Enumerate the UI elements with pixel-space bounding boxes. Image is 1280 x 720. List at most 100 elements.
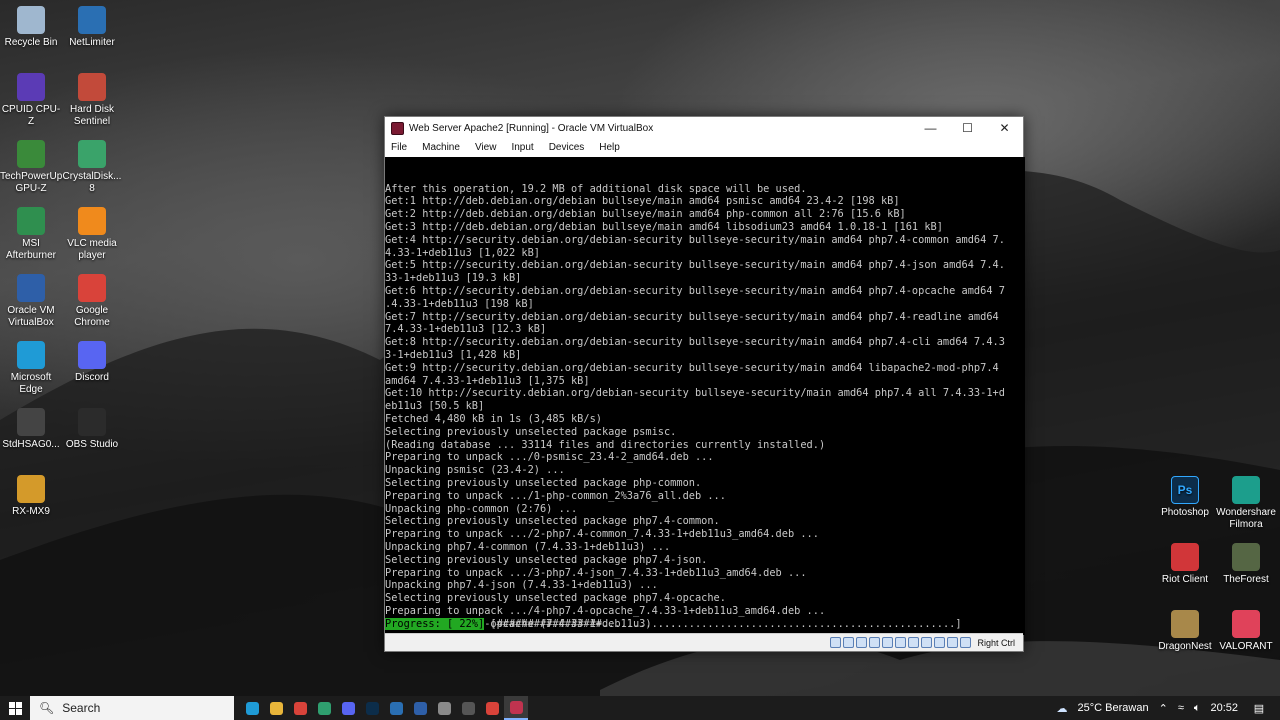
usb-icon[interactable]	[882, 637, 894, 648]
chevron-up-icon[interactable]: ⌃	[1159, 702, 1168, 715]
optical-icon[interactable]	[843, 637, 855, 648]
hdd-icon[interactable]	[830, 637, 842, 648]
desktop-icon[interactable]: Microsoft Edge	[0, 341, 62, 396]
photoshop-icon	[365, 701, 379, 715]
desktop-icon[interactable]: CrystalDisk... 8	[61, 140, 123, 195]
weather-icon[interactable]: ☁	[1057, 702, 1068, 715]
desktop-icon-label: Oracle VM VirtualBox	[7, 305, 55, 328]
terminal-icon	[317, 701, 331, 715]
display-icon[interactable]	[908, 637, 920, 648]
obs-icon	[461, 701, 475, 715]
taskbar-app[interactable]	[456, 696, 480, 720]
menu-input[interactable]: Input	[511, 142, 533, 153]
file-explorer-icon	[269, 701, 283, 715]
vm-console[interactable]: After this operation, 19.2 MB of additio…	[385, 157, 1025, 635]
search-placeholder: Search	[62, 701, 101, 715]
taskbar-app[interactable]	[384, 696, 408, 720]
close-button[interactable]: ✕	[986, 117, 1023, 139]
maximize-button[interactable]: ☐	[949, 117, 986, 139]
menu-file[interactable]: File	[391, 142, 407, 153]
hard-disk-sentinel-icon	[78, 73, 106, 101]
wifi-icon[interactable]: ≈	[1178, 702, 1184, 714]
desktop-icon-label: StdHSAG0...	[2, 439, 60, 450]
stdhsag-icon	[17, 408, 45, 436]
taskbar-app[interactable]	[480, 696, 504, 720]
notification-icon[interactable]: ▤	[1248, 702, 1270, 715]
console-line: Preparing to unpack .../2-php7.4-common_…	[385, 528, 819, 541]
taskbar: 🔍︎ Search ☁ 25°C Berawan ⌃ ≈ 🔈︎ 20:52 ▤	[0, 696, 1280, 720]
desktop-icon[interactable]: Recycle Bin	[0, 6, 62, 49]
window-title: Web Server Apache2 [Running] - Oracle VM…	[409, 122, 654, 134]
desktop-icon-label: VALORANT	[1219, 641, 1273, 652]
taskbar-app[interactable]	[504, 696, 528, 720]
desktop-icon-label: Google Chrome	[74, 305, 110, 328]
console-line: Selecting previously unselected package …	[385, 553, 708, 566]
desktop-icon[interactable]: TechPowerUp GPU-Z	[0, 140, 62, 195]
virtualbox-window[interactable]: Web Server Apache2 [Running] - Oracle VM…	[384, 116, 1025, 652]
taskbar-app[interactable]	[336, 696, 360, 720]
desktop-icon-label: DragonNest	[1158, 641, 1212, 652]
discord-icon	[341, 701, 355, 715]
recycle-bin-icon	[17, 6, 45, 34]
desktop-icon[interactable]: Riot Client	[1154, 543, 1216, 586]
desktop-icon-label: VLC media player	[67, 238, 117, 261]
vlc-icon	[78, 207, 106, 235]
network-icon[interactable]	[869, 637, 881, 648]
start-button[interactable]	[0, 696, 30, 720]
desktop-icon[interactable]: Oracle VM VirtualBox	[0, 274, 62, 329]
clock[interactable]: 20:52	[1210, 702, 1238, 714]
progress-label: Progress: [ 22%]	[385, 618, 485, 630]
desktop-icon[interactable]: VALORANT	[1215, 610, 1277, 653]
taskbar-app[interactable]	[240, 696, 264, 720]
host-key-label[interactable]: Right Ctrl	[977, 638, 1015, 648]
taskbar-app[interactable]	[288, 696, 312, 720]
taskbar-app[interactable]	[312, 696, 336, 720]
shared-folder-icon[interactable]	[895, 637, 907, 648]
console-line: Get:9 http://security.debian.org/debian-…	[385, 361, 999, 374]
taskbar-search[interactable]: 🔍︎ Search	[30, 696, 234, 720]
desktop-icon[interactable]: Hard Disk Sentinel	[61, 73, 123, 128]
mouse-integration-icon[interactable]	[947, 637, 959, 648]
menu-view[interactable]: View	[475, 142, 497, 153]
cpu-icon[interactable]	[934, 637, 946, 648]
desktop-icon[interactable]: StdHSAG0...	[0, 408, 62, 451]
desktop-icon[interactable]: RX-MX9	[0, 475, 62, 518]
volume-icon[interactable]: 🔈︎	[1194, 702, 1201, 715]
menu-help[interactable]: Help	[599, 142, 620, 153]
taskbar-app[interactable]	[408, 696, 432, 720]
discord-icon	[78, 341, 106, 369]
menu-devices[interactable]: Devices	[549, 142, 585, 153]
desktop-icon[interactable]: VLC media player	[61, 207, 123, 262]
taskbar-app[interactable]	[264, 696, 288, 720]
desktop-icon[interactable]: Ps Photoshop	[1154, 476, 1216, 519]
desktop-icon-label: Recycle Bin	[4, 37, 58, 48]
console-line: Unpacking php-common (2:76) ...	[385, 502, 578, 515]
weather-text[interactable]: 25°C Berawan	[1078, 702, 1149, 714]
desktop-icon[interactable]: TheForest	[1215, 543, 1277, 586]
desktop-icon-label: Wondershare Filmora	[1216, 507, 1276, 530]
minimize-button[interactable]: —	[912, 117, 949, 139]
desktop-icon[interactable]: Google Chrome	[61, 274, 123, 329]
gpuz-icon	[17, 140, 45, 168]
taskbar-app[interactable]	[360, 696, 384, 720]
menu-machine[interactable]: Machine	[422, 142, 460, 153]
console-line: 4.33-1+deb11u3 [1,022 kB]	[385, 246, 540, 259]
netlimiter-icon	[389, 701, 403, 715]
desktop-icon[interactable]: DragonNest	[1154, 610, 1216, 653]
keyboard-icon[interactable]	[960, 637, 972, 648]
audio-icon[interactable]	[856, 637, 868, 648]
desktop-icon[interactable]: NetLimiter	[61, 6, 123, 49]
desktop-icon[interactable]: OBS Studio	[61, 408, 123, 451]
desktop-icon[interactable]: Wondershare Filmora	[1215, 476, 1277, 531]
desktop-icon[interactable]: MSI Afterburner	[0, 207, 62, 262]
console-line: 7.4.33-1+deb11u3 [12.3 kB]	[385, 323, 547, 336]
recording-icon[interactable]	[921, 637, 933, 648]
desktop-icon[interactable]: Discord	[61, 341, 123, 384]
console-line: Get:10 http://security.debian.org/debian…	[385, 387, 1005, 400]
taskbar-app[interactable]	[432, 696, 456, 720]
desktop-icon-label: Photoshop	[1161, 507, 1209, 518]
valorant-icon	[1232, 610, 1260, 638]
desktop-icon[interactable]: CPUID CPU-Z	[0, 73, 62, 128]
desktop-icon-label: Microsoft Edge	[10, 372, 52, 395]
window-titlebar[interactable]: Web Server Apache2 [Running] - Oracle VM…	[385, 117, 1023, 139]
